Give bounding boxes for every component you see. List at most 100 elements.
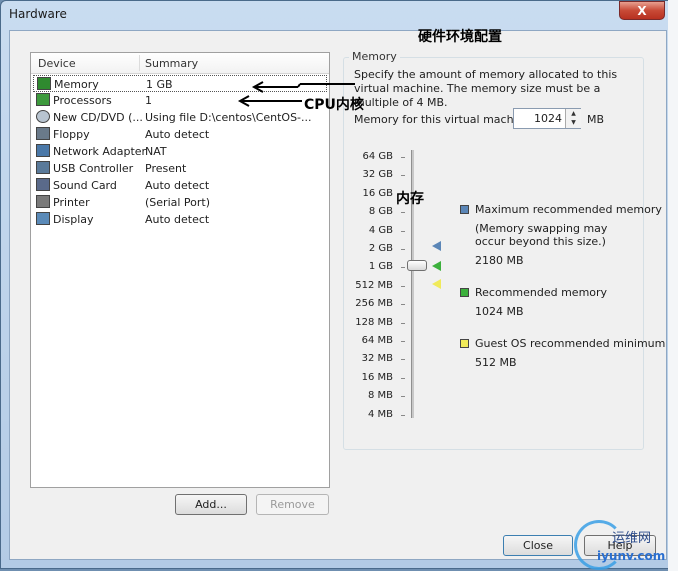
device-row-sound-card[interactable]: Sound Card Auto detect (33, 177, 327, 194)
recommended-swatch-icon (460, 288, 469, 297)
recommended-title: Recommended memory (475, 286, 608, 299)
memory-scale-label: 64 MB (361, 335, 393, 346)
device-name: Display (53, 213, 94, 226)
memory-scale-tick (401, 377, 405, 379)
memory-scale-tick (401, 157, 405, 158)
minimum-title: Guest OS recommended minimum (475, 337, 666, 350)
memory-icon (37, 77, 51, 90)
sound-card-icon (36, 178, 50, 191)
arrow-memory-icon (251, 81, 355, 93)
device-summary: Auto detect (145, 128, 210, 141)
memory-scale-tick (401, 285, 405, 287)
close-button[interactable]: Close (503, 535, 573, 556)
memory-scale-label: 8 MB (367, 390, 393, 402)
floppy-icon (36, 127, 50, 140)
device-summary: 1 GB (146, 78, 173, 91)
column-header-device[interactable]: Device (38, 57, 76, 70)
device-row-display[interactable]: Display Auto detect (33, 211, 327, 228)
usb-icon (36, 161, 50, 174)
device-name: Printer (53, 196, 90, 209)
device-name: New CD/DVD (... (53, 111, 143, 124)
memory-scale-label: 4 GB (368, 224, 393, 236)
memory-scale-tick (401, 304, 405, 306)
memory-scale-tick (401, 359, 405, 361)
memory-unit: MB (587, 113, 605, 126)
memory-scale-tick (401, 212, 405, 214)
annotation-arrows (237, 81, 355, 107)
memory-scale-tick (401, 175, 405, 177)
memory-scale-label: 64 GB (362, 151, 393, 162)
memory-scale-label: 16 GB (362, 187, 393, 199)
device-name: Network Adapter (53, 145, 147, 158)
background-window-edge (668, 0, 678, 571)
memory-scale-tick (401, 267, 405, 269)
cd-dvd-icon (36, 110, 50, 123)
memory-scale-label: 8 GB (368, 206, 393, 218)
max-recommended-marker-icon (432, 241, 441, 251)
device-summary: 1 (145, 94, 152, 107)
memory-scale-tick (401, 230, 405, 232)
memory-group-title: Memory (349, 50, 400, 63)
memory-spinbox[interactable]: 1024 ▲ ▼ (513, 108, 581, 129)
memory-slider-thumb[interactable] (407, 260, 427, 271)
device-summary: (Serial Port) (145, 196, 211, 209)
column-header-summary[interactable]: Summary (145, 57, 198, 70)
device-summary: Auto detect (145, 179, 210, 192)
device-row-new-cd-dvd[interactable]: New CD/DVD (... Using file D:\centos\Cent… (33, 109, 327, 126)
window-title: Hardware (9, 7, 67, 21)
watermark-url: iyunv.com (597, 549, 666, 563)
column-separator (139, 55, 140, 71)
device-summary: Auto detect (145, 213, 210, 226)
memory-scale-label: 256 MB (355, 298, 393, 310)
minimum-value: 512 MB (475, 356, 517, 369)
memory-scale-label: 32 GB (362, 169, 393, 181)
memory-scale-label: 4 MB (367, 408, 393, 420)
device-name: USB Controller (53, 162, 134, 175)
memory-scale-label: 16 MB (361, 371, 393, 383)
arrow-cpu-icon (237, 95, 302, 107)
display-icon (36, 212, 50, 225)
window-close-button[interactable]: X (619, 1, 665, 20)
minimum-marker-icon (432, 279, 441, 289)
device-summary: Present (145, 162, 187, 175)
memory-field-label: Memory for this virtual machine: (354, 113, 535, 126)
processor-icon (36, 93, 50, 106)
recommended-marker-icon (432, 261, 441, 271)
max-recommended-value: 2180 MB (475, 254, 524, 267)
device-summary: NAT (145, 145, 167, 158)
memory-scale-label: 32 MB (361, 353, 393, 365)
device-name: Processors (53, 94, 112, 107)
memory-scale-label: 128 MB (355, 316, 393, 328)
add-device-button[interactable]: Add... (175, 494, 247, 515)
annotation-hardware-config: 硬件环境配置 (418, 29, 502, 45)
spin-down-icon[interactable]: ▼ (565, 118, 581, 128)
annotation-memory: 内存 (396, 191, 424, 207)
max-recommended-swatch-icon (460, 205, 469, 214)
minimum-swatch-icon (460, 339, 469, 348)
device-name: Floppy (53, 128, 90, 141)
memory-scale-label: 2 GB (368, 243, 393, 254)
memory-scale-tick (401, 341, 405, 342)
device-row-printer[interactable]: Printer (Serial Port) (33, 194, 327, 211)
device-row-network-adapter[interactable]: Network Adapter NAT (33, 143, 327, 160)
network-adapter-icon (36, 144, 50, 157)
memory-description: Specify the amount of memory allocated t… (354, 68, 618, 109)
memory-scale-tick (401, 249, 405, 250)
watermark-title: 运维网 (612, 531, 652, 546)
memory-scale-tick (401, 414, 405, 416)
max-recommended-title: Maximum recommended memory (475, 203, 662, 216)
remove-device-button[interactable]: Remove (256, 494, 329, 515)
device-row-floppy[interactable]: Floppy Auto detect (33, 126, 327, 143)
device-name: Memory (54, 78, 99, 91)
device-row-usb-controller[interactable]: USB Controller Present (33, 160, 327, 177)
device-summary: Using file D:\centos\CentOS-... (145, 111, 312, 124)
memory-scale-tick (401, 396, 405, 398)
printer-icon (36, 195, 50, 208)
memory-scale-tick (401, 322, 405, 324)
max-recommended-note: (Memory swapping may occur beyond this s… (475, 222, 608, 248)
memory-value[interactable]: 1024 (516, 112, 562, 125)
recommended-value: 1024 MB (475, 305, 524, 318)
memory-scale-label: 512 MB (355, 279, 393, 291)
device-name: Sound Card (53, 179, 117, 192)
memory-scale-label: 1 GB (368, 261, 393, 273)
